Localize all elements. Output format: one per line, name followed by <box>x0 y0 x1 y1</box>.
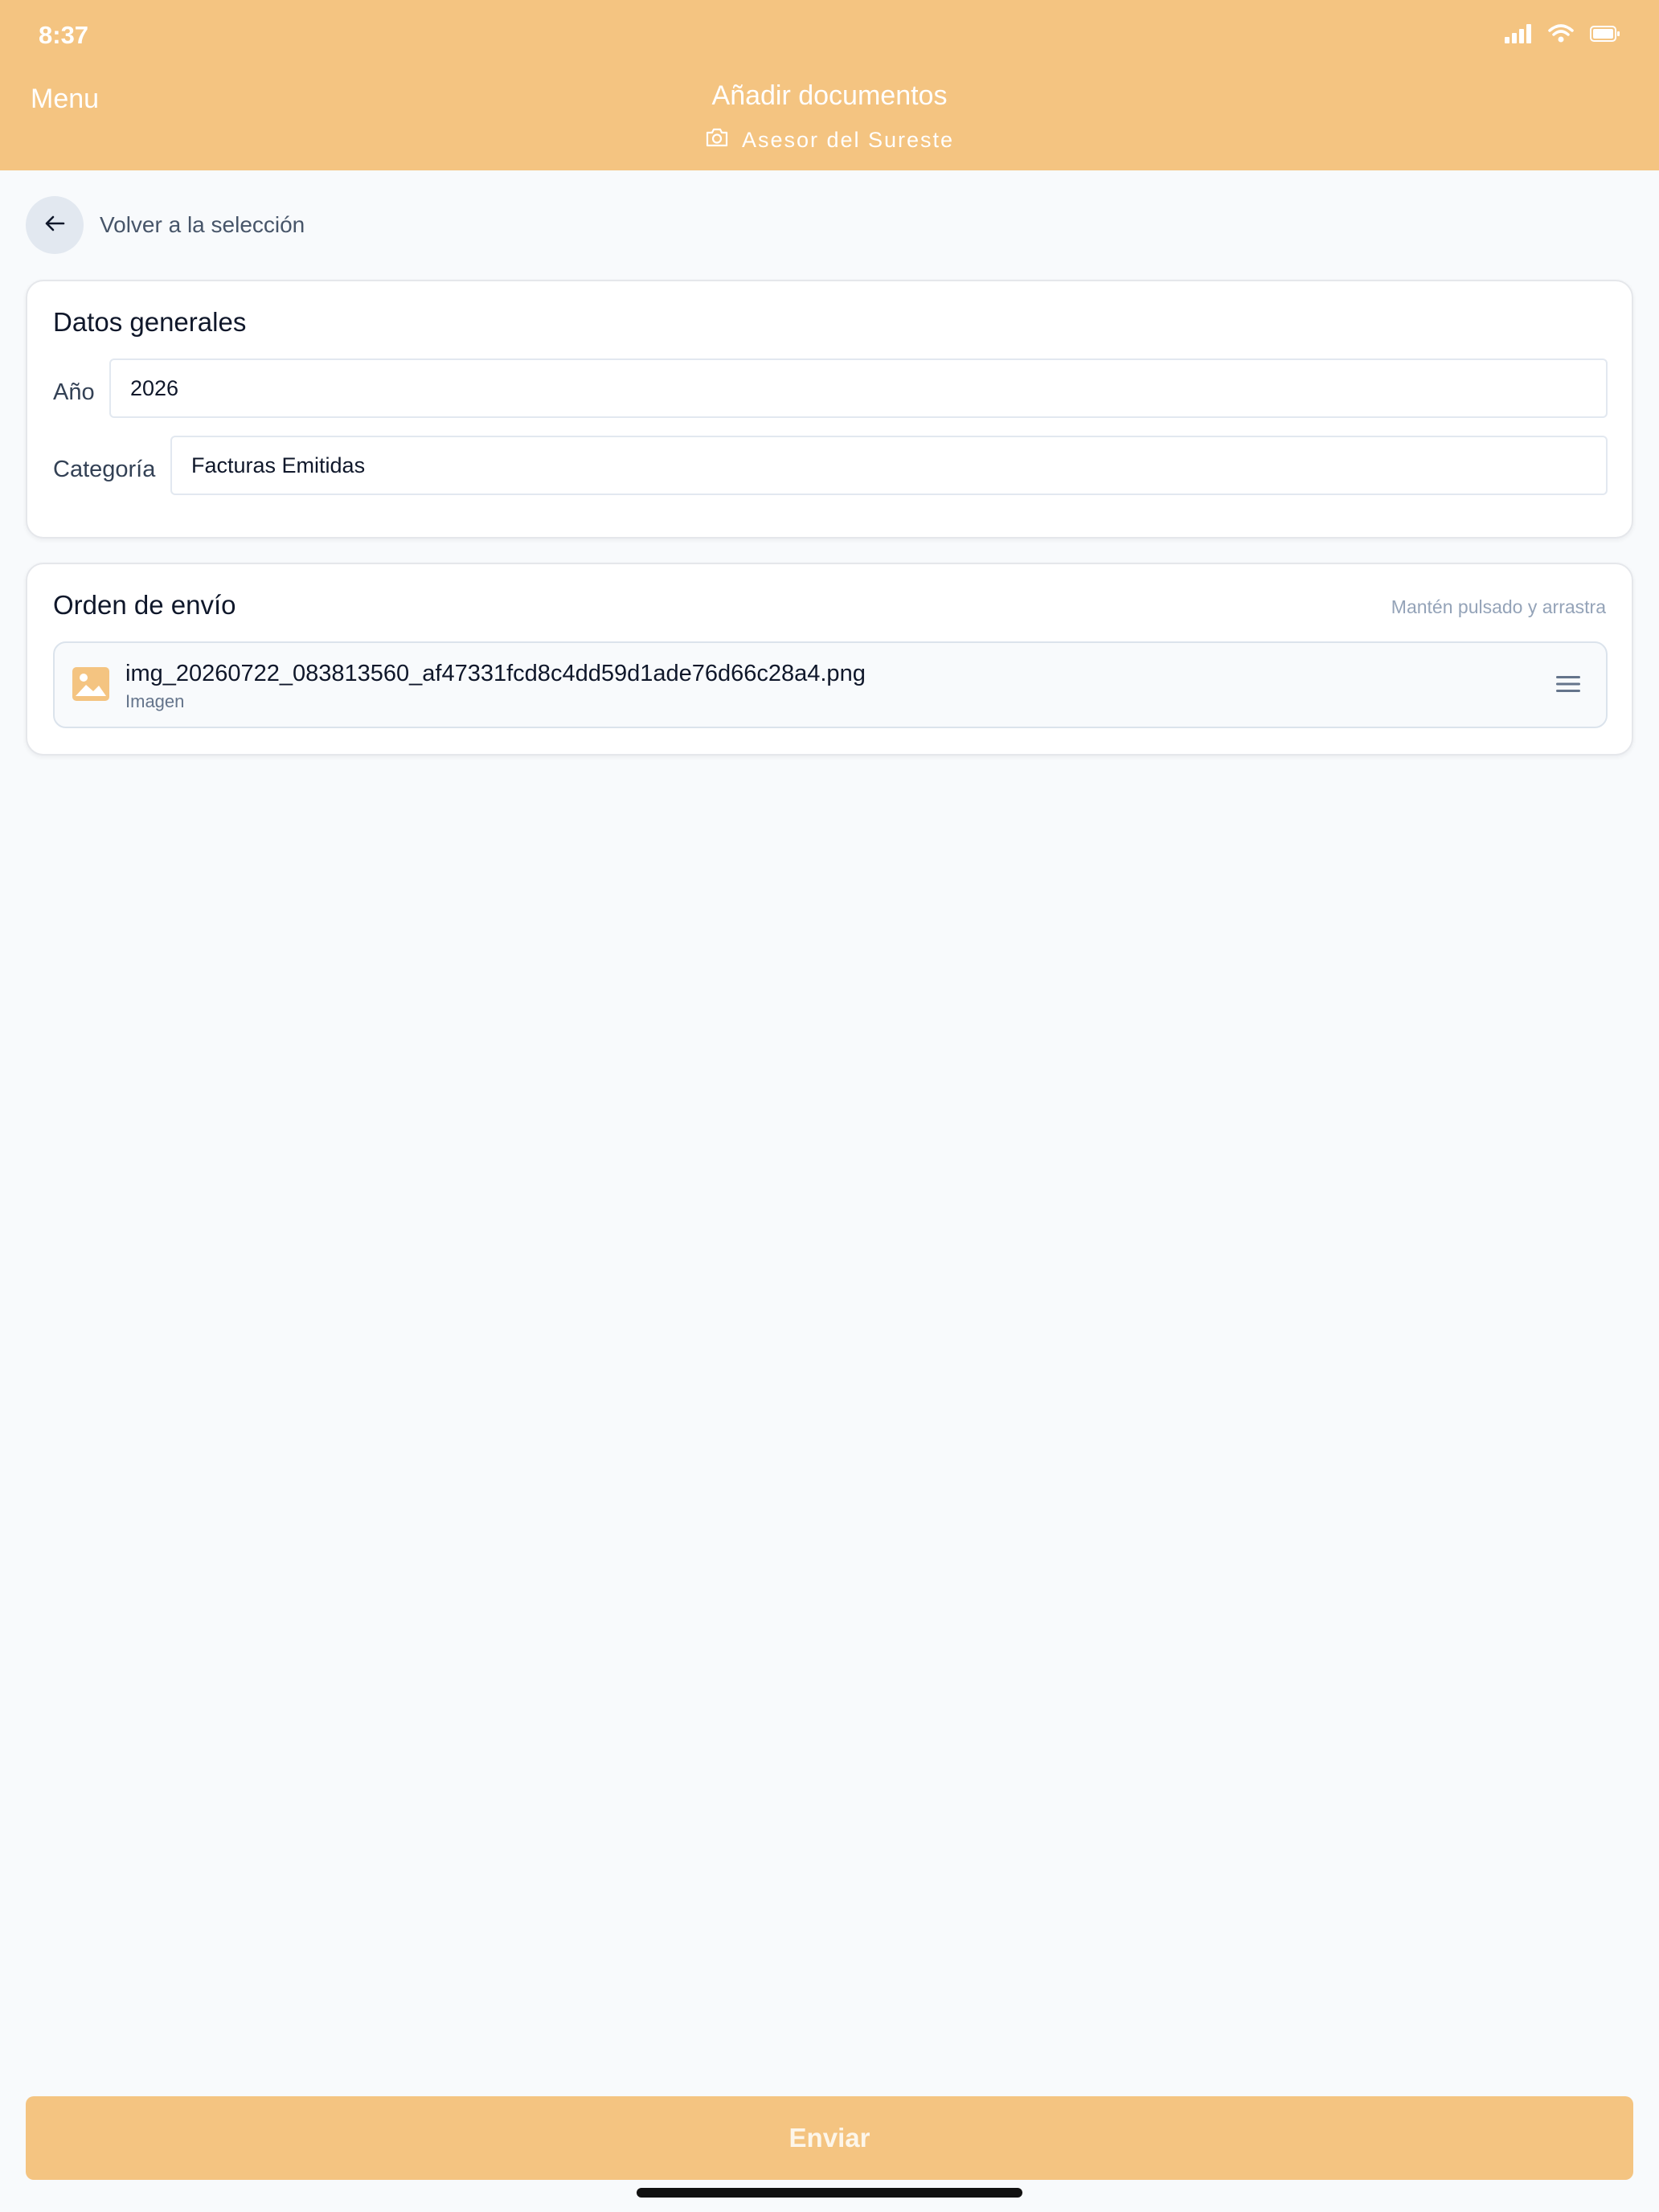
general-data-title: Datos generales <box>53 307 247 337</box>
document-type: Imagen <box>125 691 185 711</box>
wifi-icon <box>1548 24 1574 47</box>
send-order-title: Orden de envío <box>53 590 236 620</box>
back-button[interactable] <box>26 196 84 254</box>
camera-icon <box>705 127 729 154</box>
category-label: Categoría <box>53 457 156 482</box>
drag-handle-icon[interactable] <box>1555 674 1582 698</box>
drag-hint: Mantén pulsado y arrastra <box>1391 596 1606 617</box>
list-item[interactable]: img_20260722_083813560_af47331fcd8c4dd59… <box>53 641 1608 728</box>
header-subtitle: Asesor del Sureste <box>0 127 1659 154</box>
image-file-icon <box>72 667 109 705</box>
page-title: Añadir documentos <box>711 80 948 111</box>
send-order-card: Orden de envío Mantén pulsado y arrastra… <box>26 563 1633 756</box>
arrow-left-icon <box>44 215 65 236</box>
back-row: Volver a la selección <box>26 196 305 254</box>
top-bar: 8:37 Menu Añadir documentos Asesor del S… <box>0 0 1659 170</box>
battery-icon <box>1590 25 1620 47</box>
category-field[interactable]: Facturas Emitidas <box>170 436 1608 495</box>
cellular-signal-icon <box>1505 24 1532 47</box>
year-label: Año <box>53 379 95 405</box>
year-field[interactable]: 2026 <box>109 358 1608 418</box>
send-button[interactable]: Enviar <box>26 2096 1633 2180</box>
general-data-card: Datos generales Año 2026 Categoría Factu… <box>26 280 1633 539</box>
back-label[interactable]: Volver a la selección <box>100 212 305 238</box>
status-time: 8:37 <box>39 21 89 49</box>
subtitle-text: Asesor del Sureste <box>741 128 955 152</box>
home-indicator <box>637 2188 1022 2198</box>
document-name: img_20260722_083813560_af47331fcd8c4dd59… <box>125 661 866 686</box>
status-icons <box>1505 24 1620 47</box>
